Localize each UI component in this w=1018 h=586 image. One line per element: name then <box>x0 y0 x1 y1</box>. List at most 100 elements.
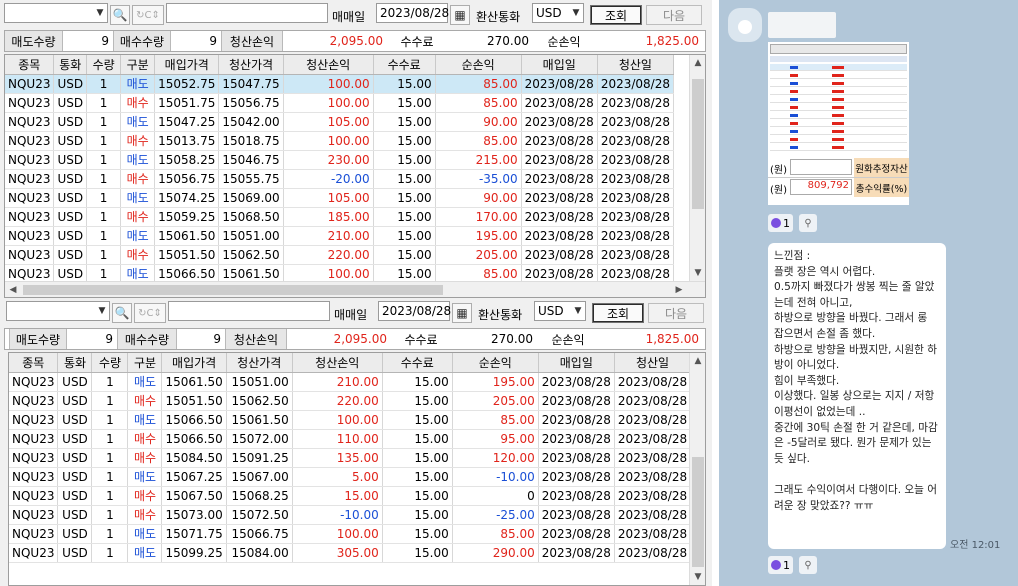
table-row[interactable]: NQU23 USD 1 매도 15067.25 15067.00 5.00 15.00 -10.… <box>9 467 692 487</box>
table-cell: 매도 <box>127 524 163 544</box>
column-header[interactable]: 종목 <box>5 55 55 75</box>
account-name-field[interactable] <box>166 3 328 23</box>
table-cell: -25.00 <box>452 505 539 525</box>
table-row[interactable]: NQU23 USD 1 매수 15051.50 15062.50 220.00 15.00 20… <box>5 245 675 265</box>
table-row[interactable]: NQU23 USD 1 매수 15051.50 15062.50 220.00 15.00 20… <box>9 391 692 411</box>
vertical-scrollbar[interactable]: ▲ ▼ <box>689 353 705 585</box>
table-row[interactable]: NQU23 USD 1 매도 15061.50 15051.00 210.00 15.00 19… <box>9 372 692 392</box>
table-cell: 170.00 <box>435 207 522 227</box>
reaction-chip[interactable]: 1 <box>768 214 793 232</box>
table-cell: 100.00 <box>283 93 374 113</box>
scroll-down-icon[interactable]: ▼ <box>690 569 705 585</box>
trading-app: ▼ 🔍 ↻C⇕ 매매일 2023/08/28 ▦ 환산통화 USD ▼ 조회 다음… <box>0 0 712 586</box>
table-row[interactable]: NQU23 USD 1 매도 15061.50 15051.00 210.00 15.00 19… <box>5 226 675 246</box>
column-header[interactable]: 청산손익 <box>292 353 383 373</box>
table-cell: 15058.25 <box>154 150 220 170</box>
h-scroll-thumb[interactable] <box>23 285 443 295</box>
scroll-right-icon[interactable]: ▶ <box>671 282 687 297</box>
table-row[interactable]: NQU23 USD 1 매수 15073.00 15072.50 -10.00 15.00 -2… <box>9 505 692 525</box>
table-cell: 15062.50 <box>226 391 293 411</box>
table-row[interactable]: NQU23 USD 1 매도 15066.50 15061.50 100.00 15.00 85… <box>9 410 692 430</box>
calendar-icon[interactable]: ▦ <box>450 5 470 25</box>
scroll-up-icon[interactable]: ▲ <box>690 353 705 369</box>
stepper-icon[interactable]: ↻C⇕ <box>134 303 166 323</box>
column-header[interactable]: 수수료 <box>373 55 436 75</box>
table-row[interactable]: NQU23 USD 1 매도 15047.25 15042.00 105.00 15.00 90… <box>5 112 675 132</box>
scroll-thumb[interactable] <box>692 457 704 567</box>
screenshot-attachment[interactable]: (원) 원화추정자산 (원) 809,792 총수익률(%) <box>768 42 909 205</box>
column-header[interactable]: 구분 <box>127 353 163 373</box>
table-row[interactable]: NQU23 USD 1 매수 15067.50 15068.25 15.00 15.00 0 20… <box>9 486 692 506</box>
table-row[interactable]: NQU23 USD 1 매도 15071.75 15066.75 100.00 15.00 85… <box>9 524 692 544</box>
reaction-chip[interactable]: 1 <box>768 556 793 574</box>
table-cell: USD <box>53 93 88 113</box>
horizontal-scrollbar[interactable]: ◀ ▶ <box>5 281 705 297</box>
scroll-left-icon[interactable]: ◀ <box>5 282 21 297</box>
vertical-scrollbar[interactable]: ▲ ▼ <box>689 55 705 281</box>
column-header[interactable]: 통화 <box>53 55 88 75</box>
column-header[interactable]: 청산일 <box>614 353 692 373</box>
trade-date-field[interactable]: 2023/08/28 <box>378 301 451 321</box>
account-name-field[interactable] <box>168 301 330 321</box>
column-header[interactable]: 청산가격 <box>226 353 293 373</box>
column-header[interactable]: 종목 <box>9 353 59 373</box>
column-header[interactable]: 순손익 <box>435 55 522 75</box>
query-button[interactable]: 조회 <box>592 303 644 323</box>
table-cell: USD <box>53 112 88 132</box>
account-select[interactable]: ▼ <box>6 301 110 321</box>
column-header[interactable]: 청산가격 <box>218 55 284 75</box>
table-cell: 2023/08/28 <box>538 372 615 392</box>
scroll-thumb[interactable] <box>692 79 704 209</box>
column-header[interactable]: 청산손익 <box>283 55 374 75</box>
search-icon[interactable]: 🔍 <box>110 5 130 25</box>
chevron-down-icon: ▼ <box>574 306 582 316</box>
currency-select[interactable]: USD ▼ <box>532 3 584 23</box>
chevron-down-icon: ▼ <box>98 306 106 316</box>
column-header[interactable]: 수량 <box>86 55 122 75</box>
column-header[interactable]: 구분 <box>120 55 156 75</box>
table-row[interactable]: NQU23 USD 1 매수 15056.75 15055.75 -20.00 15.00 -3… <box>5 169 675 189</box>
table-row[interactable]: NQU23 USD 1 매수 15084.50 15091.25 135.00 15.00 12… <box>9 448 692 468</box>
trade-date-field[interactable]: 2023/08/28 <box>376 3 449 23</box>
column-header[interactable]: 매입가격 <box>154 55 220 75</box>
table-cell: 15.00 <box>382 467 453 487</box>
stepper-icon[interactable]: ↻C⇕ <box>132 5 164 25</box>
query-button[interactable]: 조회 <box>590 5 642 25</box>
thumb-row2-right: 총수익률(%) <box>854 178 909 197</box>
search-icon[interactable]: 🔍 <box>112 303 132 323</box>
thumb-mark <box>832 98 844 101</box>
table-row[interactable]: NQU23 USD 1 매수 15059.25 15068.50 185.00 15.00 17… <box>5 207 675 227</box>
thumb-row <box>770 96 907 103</box>
column-header[interactable]: 매입일 <box>521 55 598 75</box>
column-header[interactable]: 청산일 <box>597 55 675 75</box>
table-row[interactable]: NQU23 USD 1 매수 15066.50 15072.00 110.00 15.00 95… <box>9 429 692 449</box>
table-row[interactable]: NQU23 USD 1 매수 15013.75 15018.75 100.00 15.00 85… <box>5 131 675 151</box>
column-header[interactable]: 수량 <box>91 353 129 373</box>
column-header[interactable]: 매입가격 <box>161 353 227 373</box>
person-icon[interactable]: ⚲ <box>799 556 817 574</box>
calendar-icon[interactable]: ▦ <box>452 303 472 323</box>
column-header[interactable]: 수수료 <box>382 353 453 373</box>
currency-select[interactable]: USD ▼ <box>534 301 586 321</box>
table-cell: 15.00 <box>373 112 436 132</box>
table-cell: 매수 <box>127 391 163 411</box>
table-row[interactable]: NQU23 USD 1 매도 15074.25 15069.00 105.00 15.00 90… <box>5 188 675 208</box>
table-row[interactable]: NQU23 USD 1 매도 15058.25 15046.75 230.00 15.00 21… <box>5 150 675 170</box>
message-bubble[interactable]: 느낀점 : 플랫 장은 역시 어렵다. 0.5까지 빠졌다가 쌍봉 찍는 줄 알… <box>768 243 946 549</box>
scroll-down-icon[interactable]: ▼ <box>690 265 705 281</box>
table-row[interactable]: NQU23 USD 1 매도 15099.25 15084.00 305.00 15.00 29… <box>9 543 692 563</box>
table-cell: 2023/08/28 <box>597 131 675 151</box>
column-header[interactable]: 통화 <box>57 353 93 373</box>
person-icon[interactable]: ⚲ <box>799 214 817 232</box>
scroll-up-icon[interactable]: ▲ <box>690 55 705 71</box>
table-row[interactable]: NQU23 USD 1 매도 15052.75 15047.75 100.00 15.00 85… <box>5 74 675 94</box>
table-cell: -10.00 <box>452 467 539 487</box>
column-header[interactable]: 매입일 <box>538 353 615 373</box>
next-button[interactable]: 다음 <box>646 5 702 25</box>
table-cell: USD <box>53 131 88 151</box>
table-cell: 2023/08/28 <box>614 372 692 392</box>
next-button[interactable]: 다음 <box>648 303 704 323</box>
table-row[interactable]: NQU23 USD 1 매수 15051.75 15056.75 100.00 15.00 85… <box>5 93 675 113</box>
account-select[interactable]: ▼ <box>4 3 108 23</box>
column-header[interactable]: 순손익 <box>452 353 539 373</box>
